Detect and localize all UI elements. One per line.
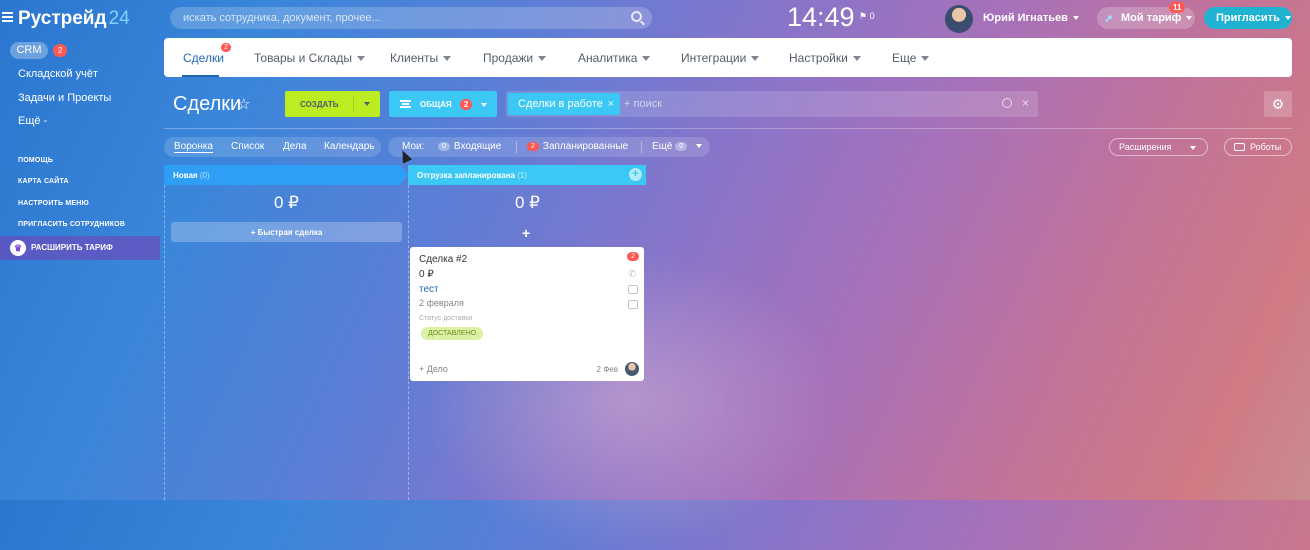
sidebar-link-invite[interactable]: ПРИГЛАСИТЬ СОТРУДНИКОВ [18,221,125,228]
view-tab-list[interactable]: Список [231,141,264,152]
quick-deal-button[interactable]: + Быстрая сделка [171,222,402,242]
deal-activity-badge: 2 [627,252,639,261]
deal-date: 2 февраля [419,298,464,308]
filter-search-box[interactable]: Сделки в работе × + поиск × [506,91,1038,117]
status-badge: ДОСТАВЛЕНО [421,327,484,340]
chevron-down-icon [480,102,487,107]
view-tab-funnel[interactable]: Воронка [174,141,214,153]
expand-tariff-button[interactable]: ♛ РАСШИРИТЬ ТАРИФ [0,236,160,260]
add-deal-icon[interactable]: + [522,225,530,241]
chat-icon[interactable] [628,300,638,309]
chevron-down-icon [357,56,366,62]
sidebar-item-crm[interactable]: CRM [10,42,48,59]
menu-item-sales[interactable]: Продажи [483,51,547,65]
deal-short-date: 2 Фев [596,365,618,374]
user-avatar[interactable] [945,5,973,33]
filter-chip[interactable]: Сделки в работе × [508,93,620,115]
menu-item-integrations[interactable]: Интеграции [681,51,760,65]
mail-icon[interactable] [628,285,638,294]
search-icon[interactable] [1002,98,1012,108]
app-logo[interactable]: Рустрейд 24 [18,8,130,30]
menu-item-goods[interactable]: Товары и Склады [254,51,366,65]
sidebar-link-configure-menu[interactable]: НАСТРОИТЬ МЕНЮ [18,200,89,207]
chevron-down-icon [696,144,703,149]
view-tab-activities[interactable]: Дела [283,141,306,152]
add-activity-link[interactable]: + Дело [419,364,448,374]
filter-preset-button[interactable]: ОБЩАЯ 2 [389,91,497,117]
view-switcher: Воронка Список Дела Календарь [164,137,381,157]
chevron-down-icon [1284,16,1291,21]
deal-client-link[interactable]: тест [419,284,439,295]
sidebar-link-help[interactable]: ПОМОЩЬ [18,157,53,164]
star-icon[interactable]: ☆ [237,95,250,113]
gear-icon[interactable]: ⚙ [1264,91,1292,117]
column-sum-new: 0 ₽ [274,193,299,212]
sidebar-item-warehouse[interactable]: Складской учёт [18,68,98,80]
page-title: Сделки [173,93,242,115]
counter-planned[interactable]: 2 Запланированные [527,141,628,152]
robots-button[interactable]: Роботы [1224,138,1292,156]
deal-card[interactable]: Сделка #2 0 ₽ тест 2 февраля Статус дост… [410,247,644,381]
column-header-shipping[interactable]: Отгрузка запланирована (1) + [408,165,646,185]
tariff-button[interactable]: ➚ Мой тариф 11 [1097,2,1195,29]
menu-badge: 2 [221,43,231,52]
create-button[interactable]: СОЗДАТЬ [285,91,380,117]
top-menu: Сделки 2 Товары и Склады Клиенты Продажи … [164,38,1292,77]
chevron-down-icon[interactable] [364,102,370,106]
column-header-new[interactable]: Новая (0) [164,165,400,185]
counter-incoming[interactable]: 0 Входящие [438,141,501,152]
phone-icon[interactable]: ✆ [628,269,638,280]
chevron-down-icon [443,56,452,62]
chevron-down-icon [1186,16,1193,21]
global-search-input[interactable]: искать сотрудника, документ, прочее... [170,7,652,29]
deal-sum: 0 ₽ [419,269,434,280]
tariff-badge: 11 [1169,2,1186,13]
active-menu-underline [182,75,219,77]
view-tab-calendar[interactable]: Календарь [324,141,374,152]
menu-item-deals[interactable]: Сделки 2 [183,43,231,65]
add-column-icon[interactable]: + [629,168,642,181]
close-icon[interactable]: × [608,98,614,110]
filter-badge: 2 [459,99,473,110]
robot-icon [1234,143,1245,151]
sidebar-item-more[interactable]: Ещё - [18,115,47,127]
menu-item-analytics[interactable]: Аналитика [578,51,651,65]
flag-counter[interactable]: ⚑ 0 [859,11,875,22]
filter-search-input[interactable]: + поиск [624,98,662,110]
counter-more[interactable]: Ещё 0 [652,141,703,152]
chevron-down-icon [751,56,760,62]
deal-field-label: Статус доставки [419,315,473,322]
filter-icon [400,100,411,108]
rocket-icon: ➚ [1104,13,1114,25]
menu-burger-icon[interactable] [2,12,13,22]
divider [164,128,1292,129]
search-icon [631,11,642,22]
user-menu[interactable]: Юрий Игнатьев [983,12,1079,24]
clock[interactable]: 14:49 [787,2,855,33]
top-bar: Рустрейд 24 искать сотрудника, документ, … [0,0,1310,36]
chevron-down-icon [1190,146,1196,150]
chevron-down-icon [642,56,651,62]
column-sum-shipping: 0 ₽ [515,193,540,212]
menu-item-settings[interactable]: Настройки [789,51,861,65]
menu-item-clients[interactable]: Клиенты [390,51,452,65]
chevron-down-icon [921,56,930,62]
sidebar-link-sitemap[interactable]: КАРТА САЙТА [18,178,69,185]
counter-bar: Мои: 0 Входящие 2 Запланированные Ещё 0 [388,137,710,157]
chevron-down-icon [538,56,547,62]
chevron-down-icon [852,56,861,62]
responsible-avatar[interactable] [625,362,639,376]
deal-name[interactable]: Сделка #2 [419,254,467,265]
extensions-button[interactable]: Расширения [1109,138,1208,156]
clear-icon[interactable]: × [1022,96,1029,110]
chevron-down-icon [1072,16,1079,21]
sidebar-item-tasks[interactable]: Задачи и Проекты [18,92,111,104]
menu-item-more[interactable]: Еще [892,51,930,65]
invite-button[interactable]: Пригласить [1204,7,1292,29]
crown-icon: ♛ [10,240,26,256]
crm-badge: 2 [53,44,68,57]
